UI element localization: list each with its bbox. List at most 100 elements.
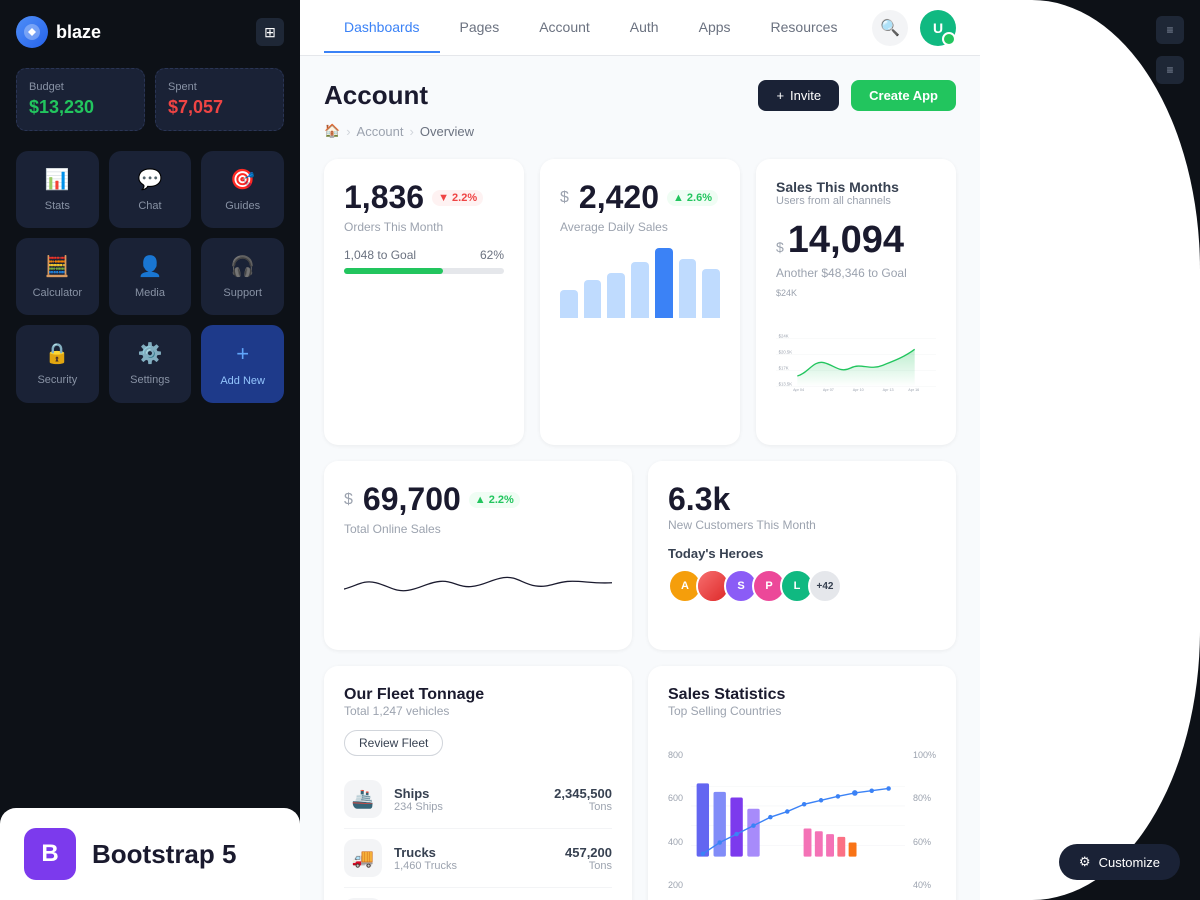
fleet-card: Our Fleet Tonnage Total 1,247 vehicles R… bbox=[324, 666, 632, 900]
customize-label: Customize bbox=[1099, 855, 1160, 870]
search-button[interactable]: 🔍 bbox=[872, 10, 908, 46]
bar-1 bbox=[560, 290, 578, 318]
ships-name: Ships bbox=[394, 786, 443, 801]
tab-pages[interactable]: Pages bbox=[440, 3, 520, 53]
sidebar-item-calculator[interactable]: 🧮 Calculator bbox=[16, 238, 99, 315]
fleet-item-trucks: 🚚 Trucks 1,460 Trucks 457,200 Tons bbox=[344, 829, 612, 888]
sidebar-item-support[interactable]: 🎧 Support bbox=[201, 238, 284, 315]
sales-chart-container: $24K bbox=[776, 288, 936, 425]
stats-label: Stats bbox=[45, 200, 70, 212]
fleet-item-planes: ✈️ Planes 8 Aircrafts 1,240 Tons bbox=[344, 888, 612, 900]
logo-icon bbox=[16, 16, 48, 48]
sidebar-item-settings[interactable]: ⚙️ Settings bbox=[109, 325, 192, 403]
sales-stats-subtitle: Top Selling Countries bbox=[668, 704, 936, 718]
trucks-amount-group: 457,200 Tons bbox=[565, 845, 612, 872]
breadcrumb-sep1: › bbox=[346, 124, 350, 139]
sidebar-item-guides[interactable]: 🎯 Guides bbox=[201, 151, 284, 228]
breadcrumb: 🏠 › Account › Overview bbox=[324, 123, 956, 139]
online-sales-number: 69,700 bbox=[363, 481, 461, 518]
sales-stats-title: Sales Statistics bbox=[668, 686, 936, 704]
page-content: Account + Invite Create App 🏠 › Account … bbox=[300, 56, 980, 900]
trucks-amount: 457,200 bbox=[565, 845, 612, 860]
budget-label: Budget bbox=[29, 81, 132, 93]
chart-y-axis: $24K bbox=[776, 288, 936, 298]
tab-account[interactable]: Account bbox=[519, 3, 610, 53]
tab-auth[interactable]: Auth bbox=[610, 3, 679, 53]
progress-bar-fill bbox=[344, 268, 443, 274]
page-header: Account + Invite Create App bbox=[324, 80, 956, 111]
top-nav-right: 🔍 U bbox=[872, 10, 956, 46]
sales-line-chart: $24K $20.5K $17K $13.5K Apr 04 Apr 07 Ap… bbox=[776, 300, 936, 420]
bar-5 bbox=[655, 248, 673, 318]
svg-text:$17K: $17K bbox=[779, 366, 789, 371]
sidebar-item-stats[interactable]: 📊 Stats bbox=[16, 151, 99, 228]
budget-card: Budget $13,230 bbox=[16, 68, 145, 131]
bar-2 bbox=[584, 280, 602, 319]
stats-grid: 1,836 ▼ 2.2% Orders This Month 1,048 to … bbox=[324, 159, 956, 445]
trucks-icon: 🚚 bbox=[344, 839, 382, 877]
sales-bars-svg bbox=[691, 750, 905, 890]
invite-plus-icon: + bbox=[776, 88, 784, 103]
tab-resources[interactable]: Resources bbox=[751, 3, 858, 53]
svg-text:$13.5K: $13.5K bbox=[779, 382, 793, 387]
fleet-subtitle: Total 1,247 vehicles bbox=[344, 704, 612, 718]
sidebar-item-add-new[interactable]: + Add New bbox=[201, 325, 284, 403]
bar-6 bbox=[679, 259, 697, 319]
logo-area: blaze bbox=[16, 16, 101, 48]
progress-header: 1,048 to Goal 62% bbox=[344, 248, 504, 262]
sales-amount-row: $ 14,094 bbox=[776, 219, 936, 262]
svg-text:Apr 13: Apr 13 bbox=[883, 388, 894, 392]
add-new-icon: + bbox=[236, 341, 249, 367]
sidebar: blaze ⊞ Budget $13,230 Spent $7,057 📊 St… bbox=[0, 0, 300, 900]
right-panel-icon-2[interactable]: ≡ bbox=[1156, 56, 1184, 84]
page-actions: + Invite Create App bbox=[758, 80, 956, 111]
sidebar-item-chat[interactable]: 💬 Chat bbox=[109, 151, 192, 228]
online-sales-chart bbox=[344, 550, 612, 625]
heroes-title: Today's Heroes bbox=[668, 546, 936, 561]
settings-label: Settings bbox=[130, 374, 170, 386]
bottom-grid: Our Fleet Tonnage Total 1,247 vehicles R… bbox=[324, 666, 956, 900]
user-avatar[interactable]: U bbox=[920, 10, 956, 46]
nav-grid: 📊 Stats 💬 Chat 🎯 Guides 🧮 Calculator 👤 M… bbox=[16, 151, 284, 403]
invite-button[interactable]: + Invite bbox=[758, 80, 839, 111]
ships-sub: 234 Ships bbox=[394, 801, 443, 813]
stats-row2: $ 69,700 ▲ 2.2% Total Online Sales 6.3k … bbox=[324, 461, 956, 650]
bootstrap-text: Bootstrap 5 bbox=[92, 839, 236, 870]
trucks-sub: 1,460 Trucks bbox=[394, 860, 457, 872]
sidebar-item-security[interactable]: 🔒 Security bbox=[16, 325, 99, 403]
main-content: Dashboards Pages Account Auth Apps Resou… bbox=[300, 0, 980, 900]
right-panel-icon-1[interactable]: ≡ bbox=[1156, 16, 1184, 44]
guides-label: Guides bbox=[225, 200, 260, 212]
add-new-label: Add New bbox=[220, 375, 265, 387]
daily-sales-label: Average Daily Sales bbox=[560, 220, 720, 234]
online-sales-row: $ 69,700 ▲ 2.2% bbox=[344, 481, 612, 518]
customize-button[interactable]: ⚙ Customize bbox=[1059, 844, 1180, 880]
tab-apps[interactable]: Apps bbox=[679, 3, 751, 53]
menu-icon[interactable]: ⊞ bbox=[256, 18, 284, 46]
progress-pct: 62% bbox=[480, 248, 504, 262]
pct-labels: 100% 80% 60% 40% bbox=[913, 750, 936, 890]
page-title: Account bbox=[324, 80, 428, 111]
sales-month-card: Sales This Months Users from all channel… bbox=[756, 159, 956, 445]
sales-stats-chart: 800 600 400 200 bbox=[668, 730, 936, 890]
budget-amount: $13,230 bbox=[29, 97, 132, 118]
ships-amount: 2,345,500 bbox=[554, 786, 612, 801]
support-label: Support bbox=[223, 287, 262, 299]
customers-card: 6.3k New Customers This Month Today's He… bbox=[648, 461, 956, 650]
fleet-item-ships: 🚢 Ships 234 Ships 2,345,500 Tons bbox=[344, 770, 612, 829]
home-icon[interactable]: 🏠 bbox=[324, 123, 340, 139]
sales-month-title: Sales This Months bbox=[776, 179, 936, 195]
top-nav-links: Dashboards Pages Account Auth Apps Resou… bbox=[324, 3, 857, 53]
support-icon: 🎧 bbox=[230, 254, 255, 279]
create-app-button[interactable]: Create App bbox=[851, 80, 956, 111]
security-icon: 🔒 bbox=[45, 341, 70, 366]
breadcrumb-account[interactable]: Account bbox=[357, 124, 404, 139]
stats-icon: 📊 bbox=[45, 167, 70, 192]
sidebar-item-media[interactable]: 👤 Media bbox=[109, 238, 192, 315]
right-panel: ≡ ≡ bbox=[980, 0, 1200, 900]
calculator-icon: 🧮 bbox=[45, 254, 70, 279]
settings-icon: ⚙️ bbox=[138, 341, 163, 366]
ships-amount-group: 2,345,500 Tons bbox=[554, 786, 612, 813]
tab-dashboards[interactable]: Dashboards bbox=[324, 3, 440, 53]
review-fleet-button[interactable]: Review Fleet bbox=[344, 730, 443, 756]
